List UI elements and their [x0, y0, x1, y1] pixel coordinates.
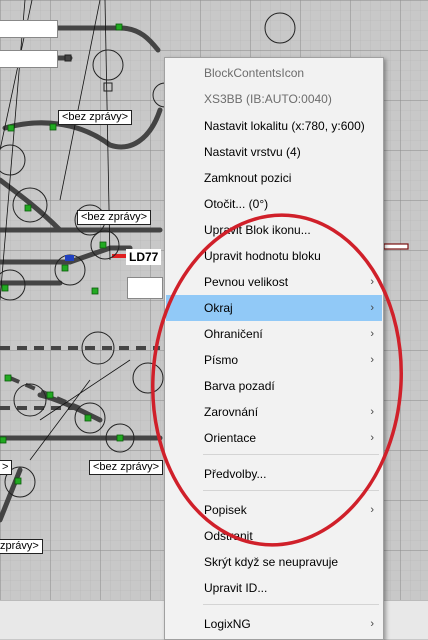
menu-item-nastavit-lokalitu-x-780-y-600[interactable]: Nastavit lokalitu (x:780, y:600)	[166, 113, 382, 139]
block-message-bubble[interactable]: zprávy>	[0, 539, 43, 554]
menu-item-label: Zamknout pozici	[204, 171, 292, 185]
menu-item-ohraniceni[interactable]: Ohraničení ›	[166, 321, 382, 347]
context-menu: BlockContentsIcon XS3BB (IB:AUTO:0040) Nas…	[164, 57, 384, 640]
block-message-bubble[interactable]: <bez zprávy>	[77, 210, 152, 225]
menu-separator	[203, 454, 379, 455]
menu-item-barva-pozadi[interactable]: Barva pozadí	[166, 373, 382, 399]
menu-item-blockcontentsicon: BlockContentsIcon	[166, 60, 382, 86]
menu-item-zarovnani[interactable]: Zarovnání ›	[166, 399, 382, 425]
menu-item-zamknout-pozici[interactable]: Zamknout pozici	[166, 165, 382, 191]
menu-item-pevnou-velikost[interactable]: Pevnou velikost ›	[166, 269, 382, 295]
menu-item-label: Upravit hodnotu bloku	[204, 249, 321, 263]
chevron-right-icon: ›	[370, 504, 374, 516]
menu-item-label: Otočit... (0°)	[204, 197, 269, 211]
hidden-block-box-2[interactable]	[0, 50, 58, 68]
chevron-right-icon: ›	[370, 302, 374, 314]
menu-item-label: Písmo	[204, 353, 239, 367]
hidden-block-box-3[interactable]	[127, 277, 163, 299]
menu-item-label: Okraj	[204, 301, 233, 315]
menu-item-popisek[interactable]: Popisek ›	[166, 497, 382, 523]
menu-item-label: Zarovnání	[204, 405, 259, 419]
menu-item-pismo[interactable]: Písmo ›	[166, 347, 382, 373]
menu-item-nastavit-vrstvu-4[interactable]: Nastavit vrstvu (4)	[166, 139, 382, 165]
menu-item-label: XS3BB (IB:AUTO:0040)	[204, 92, 332, 106]
menu-item-label: Nastavit lokalitu (x:780, y:600)	[204, 119, 365, 133]
hidden-block-box-1[interactable]	[0, 20, 58, 38]
menu-item-skryt-kdyz-se-neupravuje[interactable]: Skrýt když se neupravuje	[166, 549, 382, 575]
menu-separator	[203, 604, 379, 605]
menu-item-logixng[interactable]: LogixNG ›	[166, 611, 382, 637]
block-message-bubble[interactable]: <bez zprávy>	[58, 110, 133, 125]
menu-item-odstranit[interactable]: Odstranit	[166, 523, 382, 549]
menu-item-label: Upravit ID...	[204, 581, 268, 595]
menu-item-label: Orientace	[204, 431, 257, 445]
menu-item-label: Pevnou velikost	[204, 275, 289, 289]
chevron-right-icon: ›	[370, 618, 374, 630]
block-message-bubble[interactable]: <bez zprávy>	[89, 460, 164, 475]
menu-separator	[203, 490, 379, 491]
menu-item-upravit-id[interactable]: Upravit ID...	[166, 575, 382, 601]
menu-item-label: Nastavit vrstvu (4)	[204, 145, 301, 159]
chevron-right-icon: ›	[370, 406, 374, 418]
menu-item-label: Skrýt když se neupravuje	[204, 555, 339, 569]
menu-item-xs3bb-ib-auto-0040: XS3BB (IB:AUTO:0040)	[166, 86, 382, 112]
menu-item-label: Předvolby...	[204, 467, 267, 481]
chevron-right-icon: ›	[370, 354, 374, 366]
menu-item-orientace[interactable]: Orientace ›	[166, 425, 382, 451]
chevron-right-icon: ›	[370, 328, 374, 340]
chevron-right-icon: ›	[370, 276, 374, 288]
menu-item-label: Upravit Blok ikonu...	[204, 223, 311, 237]
menu-item-predvolby[interactable]: Předvolby...	[166, 461, 382, 487]
menu-item-label: Odstranit	[204, 529, 253, 543]
block-contents-label[interactable]: LD77	[126, 249, 162, 265]
chevron-right-icon: ›	[370, 432, 374, 444]
menu-item-label: Ohraničení	[204, 327, 263, 341]
menu-item-otocit-0[interactable]: Otočit... (0°)	[166, 191, 382, 217]
menu-item-label: Barva pozadí	[204, 379, 275, 393]
menu-item-okraj[interactable]: Okraj ›	[166, 295, 382, 321]
menu-item-label: Popisek	[204, 503, 247, 517]
menu-item-upravit-blok-ikonu[interactable]: Upravit Blok ikonu...	[166, 217, 382, 243]
block-message-bubble[interactable]: >	[0, 460, 13, 475]
menu-item-label: LogixNG	[204, 617, 251, 631]
menu-item-upravit-hodnotu-bloku[interactable]: Upravit hodnotu bloku	[166, 243, 382, 269]
menu-item-label: BlockContentsIcon	[204, 66, 305, 80]
